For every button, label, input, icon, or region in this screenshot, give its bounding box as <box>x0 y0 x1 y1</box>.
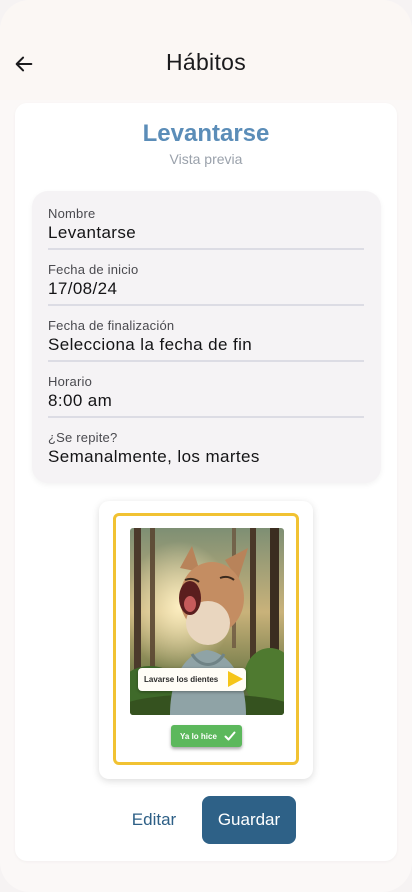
habit-preview-card: Lavarse los dientes Ya lo hice <box>99 501 313 779</box>
play-icon[interactable] <box>226 670 244 688</box>
field-underline <box>48 304 364 306</box>
habit-pill-text: Lavarse los dientes <box>144 675 219 684</box>
repeat-label: ¿Se repite? <box>48 430 118 445</box>
name-field[interactable]: Nombre Levantarse <box>48 206 364 262</box>
check-icon <box>224 731 236 741</box>
habit-title: Levantarse <box>142 120 270 147</box>
repeat-field[interactable]: ¿Se repite? Semanalmente, los martes <box>48 430 364 486</box>
top-app-bar: Hábitos <box>0 0 412 100</box>
edit-button[interactable]: Editar <box>119 797 189 843</box>
name-field-value[interactable]: Levantarse <box>48 223 136 243</box>
field-underline <box>48 360 364 362</box>
field-underline <box>48 248 364 250</box>
preview-inner-frame: Lavarse los dientes Ya lo hice <box>113 513 299 765</box>
save-button[interactable]: Guardar <box>202 796 296 844</box>
done-button-label: Ya lo hice <box>180 731 217 741</box>
habit-pill[interactable]: Lavarse los dientes <box>138 668 246 691</box>
done-button[interactable]: Ya lo hice <box>171 725 242 747</box>
habit-form: Nombre Levantarse Fecha de inicio 17/08/… <box>32 191 381 483</box>
app-screen: Hábitos Levantarse Vista previa Nombre L… <box>0 0 412 892</box>
field-underline <box>48 416 364 418</box>
end-date-field[interactable]: Fecha de finalización Selecciona la fech… <box>48 318 364 374</box>
name-field-label: Nombre <box>48 206 96 221</box>
end-date-label: Fecha de finalización <box>48 318 175 333</box>
schedule-field[interactable]: Horario 8:00 am <box>48 374 364 430</box>
screen-title: Hábitos <box>165 49 247 75</box>
habit-card: Levantarse Vista previa Nombre Levantars… <box>15 103 397 861</box>
repeat-value[interactable]: Semanalmente, los martes <box>48 447 260 467</box>
schedule-value[interactable]: 8:00 am <box>48 391 112 411</box>
start-date-value[interactable]: 17/08/24 <box>48 279 117 299</box>
end-date-value[interactable]: Selecciona la fecha de fin <box>48 335 252 355</box>
start-date-label: Fecha de inicio <box>48 262 139 277</box>
schedule-label: Horario <box>48 374 93 389</box>
preview-subtitle: Vista previa <box>169 151 243 167</box>
start-date-field[interactable]: Fecha de inicio 17/08/24 <box>48 262 364 318</box>
